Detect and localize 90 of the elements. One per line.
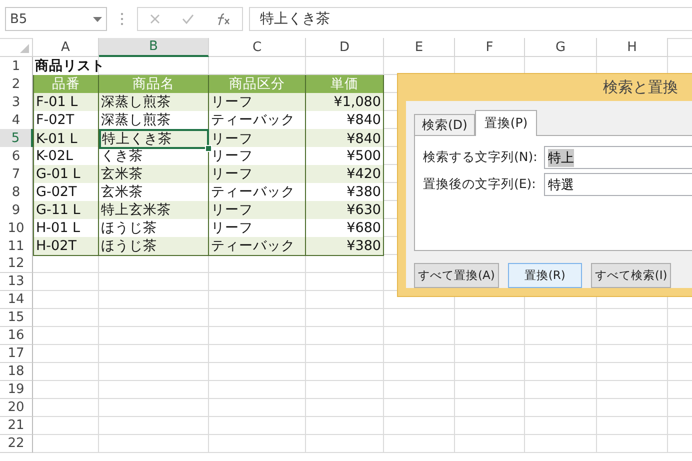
tab[interactable]: 検索(D): [414, 114, 476, 135]
table-cell: K-01 L: [33, 129, 99, 149]
input-field[interactable]: 特上: [544, 146, 692, 169]
table-cell: 深蒸し煎茶: [99, 93, 209, 112]
column-header[interactable]: C: [209, 38, 306, 57]
row-header[interactable]: 5: [0, 129, 33, 149]
column-header[interactable]: E: [384, 38, 455, 57]
dialog-button[interactable]: 置換(R): [508, 263, 582, 288]
table-cell: F-02T: [33, 111, 99, 130]
table-cell: F-01 L: [33, 93, 99, 112]
input-field[interactable]: 特選: [544, 173, 692, 196]
table-cell: G-02T: [33, 183, 99, 202]
sheet-title: 商品リスト: [33, 57, 99, 76]
dialog-button[interactable]: すべて置換(A): [414, 263, 499, 288]
table-cell: 特上くき茶: [99, 129, 209, 149]
field-label: 検索する文字列(N):: [423, 149, 538, 166]
row-header[interactable]: 14: [0, 291, 33, 309]
row-header[interactable]: 13: [0, 273, 33, 291]
table-cell: ¥630: [306, 201, 384, 220]
table-cell: G-01 L: [33, 165, 99, 184]
row-header[interactable]: 20: [0, 399, 33, 417]
table-cell: ¥840: [306, 111, 384, 130]
table-cell: リーフ: [209, 165, 306, 184]
dialog-title: 検索と置換: [603, 78, 678, 97]
column-header[interactable]: D: [306, 38, 384, 57]
row-header[interactable]: 15: [0, 309, 33, 327]
field-value: 特上: [548, 148, 574, 166]
dialog-button[interactable]: すべて検索(I): [590, 263, 672, 288]
row-header[interactable]: 3: [0, 93, 33, 112]
table-cell: ¥380: [306, 183, 384, 202]
table-cell: ¥840: [306, 129, 384, 149]
dropdown-caret-icon: [93, 16, 102, 22]
fill-handle[interactable]: [205, 145, 212, 152]
row-header[interactable]: 2: [0, 75, 33, 94]
name-box[interactable]: B5: [5, 7, 107, 31]
table-cell: 玄米茶: [99, 183, 209, 202]
column-header[interactable]: A: [33, 38, 99, 57]
row-header[interactable]: 17: [0, 345, 33, 363]
field-label: 置換後の文字列(E):: [423, 176, 537, 193]
row-header[interactable]: 11: [0, 237, 33, 256]
row-header[interactable]: 22: [0, 435, 33, 453]
table-cell: ¥1,080: [306, 93, 384, 112]
table-cell: ¥680: [306, 219, 384, 238]
column-heading: 商品名: [99, 75, 209, 94]
table-cell: ほうじ茶: [99, 219, 209, 238]
column-header[interactable]: G: [525, 38, 597, 57]
table-cell: ほうじ茶: [99, 237, 209, 256]
table-cell: 特上玄米茶: [99, 201, 209, 220]
column-header[interactable]: B: [99, 38, 209, 57]
table-cell: 玄米茶: [99, 165, 209, 184]
tab[interactable]: 置換(P): [475, 110, 537, 136]
table-cell: リーフ: [209, 129, 306, 149]
row-header[interactable]: 7: [0, 165, 33, 184]
table-cell: K-02L: [33, 147, 99, 166]
table-cell: リーフ: [209, 147, 306, 166]
row-header[interactable]: 1: [0, 57, 33, 76]
row-header[interactable]: 18: [0, 363, 33, 381]
column-header[interactable]: H: [597, 38, 668, 57]
row-header[interactable]: 12: [0, 255, 33, 273]
table-cell: リーフ: [209, 219, 306, 238]
row-header[interactable]: 19: [0, 381, 33, 399]
row-header[interactable]: 10: [0, 219, 33, 238]
table-cell: ¥380: [306, 237, 384, 256]
row-header[interactable]: 21: [0, 417, 33, 435]
column-heading: 単価: [306, 75, 384, 94]
table-cell: H-01 L: [33, 219, 99, 238]
formula-input[interactable]: 特上くき茶: [249, 7, 692, 31]
table-cell: ¥420: [306, 165, 384, 184]
column-heading: 商品区分: [209, 75, 306, 94]
table-cell: リーフ: [209, 93, 306, 112]
table-cell: ¥500: [306, 147, 384, 166]
row-header[interactable]: 8: [0, 183, 33, 202]
close-icon[interactable]: [148, 12, 162, 26]
table-cell: H-02T: [33, 237, 99, 256]
table-cell: ティーバック: [209, 183, 306, 202]
table-cell: リーフ: [209, 201, 306, 220]
table-cell: ティーバック: [209, 237, 306, 256]
row-header[interactable]: 9: [0, 201, 33, 220]
row-header[interactable]: 6: [0, 147, 33, 166]
row-header[interactable]: 16: [0, 327, 33, 345]
select-all-triangle-icon[interactable]: [20, 44, 29, 53]
column-heading: 品番: [33, 75, 99, 94]
checkmark-icon[interactable]: [180, 12, 195, 26]
row-header[interactable]: 4: [0, 111, 33, 130]
grip-dots-icon: [120, 13, 124, 25]
table-cell: ティーバック: [209, 111, 306, 130]
field-value: 特選: [548, 176, 574, 194]
column-header[interactable]: F: [455, 38, 525, 57]
table-cell: G-11 L: [33, 201, 99, 220]
table-cell: 深蒸し煎茶: [99, 111, 209, 130]
